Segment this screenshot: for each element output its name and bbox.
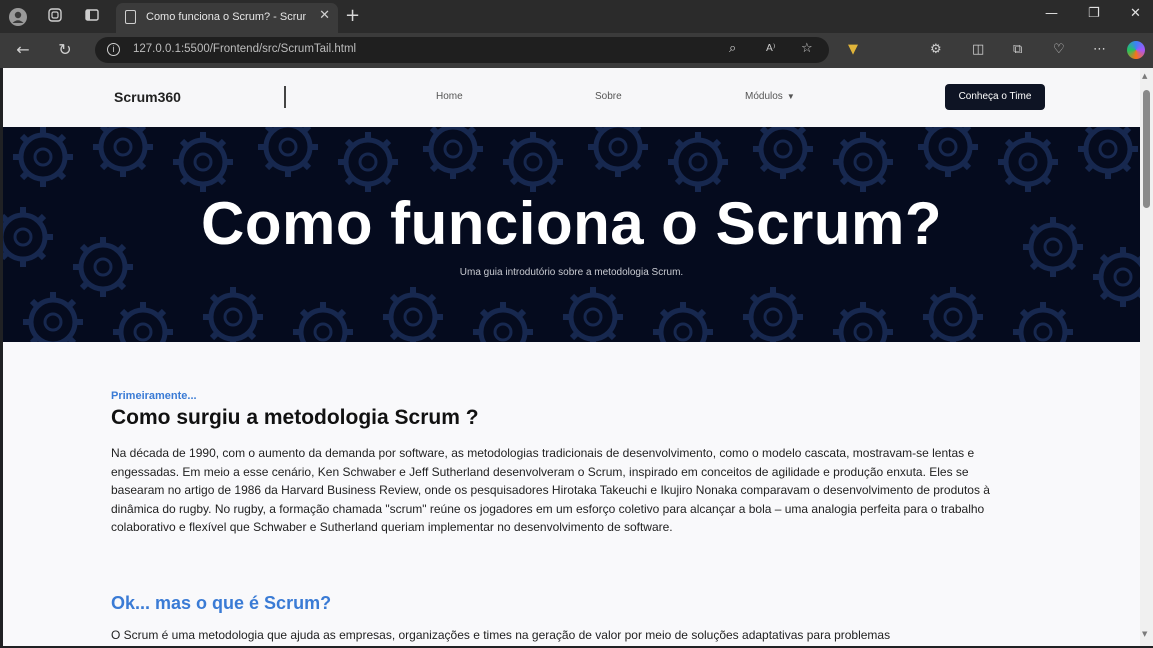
brand-logo[interactable]: Scrum360 [114, 89, 181, 105]
info-icon[interactable]: i [107, 43, 120, 56]
nav-link-home[interactable]: Home [436, 91, 463, 102]
tab-close-icon[interactable]: ✕ [319, 8, 330, 23]
section2-body: O Scrum é uma metodologia que ajuda as e… [111, 628, 891, 642]
page-scrollbar[interactable]: ▲ ▼ [1140, 68, 1153, 646]
url-text[interactable]: 127.0.0.1:5500/Frontend/src/ScrumTail.ht… [133, 43, 356, 55]
collections-icon[interactable]: ⧉ [1013, 42, 1022, 57]
browser-title-bar: Como funciona o Scrum? - Scrum ✕ + — ❐ ✕ [0, 0, 1153, 33]
extensions-icon[interactable]: ⚙ [930, 42, 942, 57]
close-window-button[interactable]: ✕ [1130, 6, 1141, 21]
hero-subtitle: Uma guia introdutório sobre a metodologi… [459, 267, 684, 278]
chevron-down-icon: ▼ [786, 92, 795, 101]
scroll-thumb[interactable] [1143, 90, 1150, 208]
performance-icon[interactable]: ♡ [1053, 42, 1065, 57]
zoom-icon[interactable]: ⌕ [729, 41, 736, 56]
tab-title: Como funciona o Scrum? - Scrum [146, 11, 306, 23]
browser-toolbar: ← ↻ i 127.0.0.1:5500/Frontend/src/ScrumT… [0, 33, 1153, 68]
section-body: Na década de 1990, com o aumento da dema… [111, 446, 990, 534]
hero-title: Como funciona o Scrum? [200, 190, 943, 257]
extension-icon[interactable]: ▼ [848, 42, 858, 57]
scroll-up-icon[interactable]: ▲ [1142, 72, 1147, 80]
tab-actions-icon[interactable] [82, 7, 102, 27]
more-icon[interactable]: ⋯ [1093, 42, 1106, 57]
browser-tab[interactable]: Como funciona o Scrum? - Scrum ✕ [116, 3, 338, 33]
scroll-down-icon[interactable]: ▼ [1142, 630, 1147, 638]
site-navbar: Scrum360 Home Sobre Módulos ▼ Conheça o T… [3, 68, 1140, 127]
favorite-icon[interactable]: ☆ [801, 41, 813, 56]
section-kicker: Primeiramente... [111, 390, 197, 402]
profile-icon[interactable] [8, 7, 28, 27]
nav-link-sobre[interactable]: Sobre [595, 91, 622, 102]
nav-link-modulos[interactable]: Módulos ▼ [745, 91, 795, 102]
new-tab-button[interactable]: + [345, 5, 360, 26]
hero-banner: Como funciona o Scrum? Uma guia introdut… [3, 127, 1140, 342]
cta-button[interactable]: Conheça o Time [945, 84, 1045, 110]
read-aloud-icon[interactable]: A⁾ [766, 43, 775, 54]
section-heading: Como surgiu a metodologia Scrum ? [111, 406, 479, 429]
page-icon [125, 10, 136, 24]
restore-button[interactable]: ❐ [1088, 6, 1100, 21]
workspaces-icon[interactable] [45, 7, 65, 27]
split-screen-icon[interactable]: ◫ [972, 42, 984, 57]
page-viewport: Scrum360 Home Sobre Módulos ▼ Conheça o T… [3, 68, 1140, 646]
minimize-button[interactable]: — [1045, 6, 1058, 21]
nav-divider [284, 86, 286, 108]
refresh-icon[interactable]: ↻ [54, 39, 76, 61]
address-bar[interactable]: i 127.0.0.1:5500/Frontend/src/ScrumTail.… [95, 37, 829, 63]
back-icon[interactable]: ← [12, 39, 34, 61]
copilot-icon[interactable] [1127, 41, 1145, 59]
section2-heading: Ok... mas o que é Scrum? [111, 593, 332, 613]
nav-link-modulos-label: Módulos [745, 91, 783, 102]
